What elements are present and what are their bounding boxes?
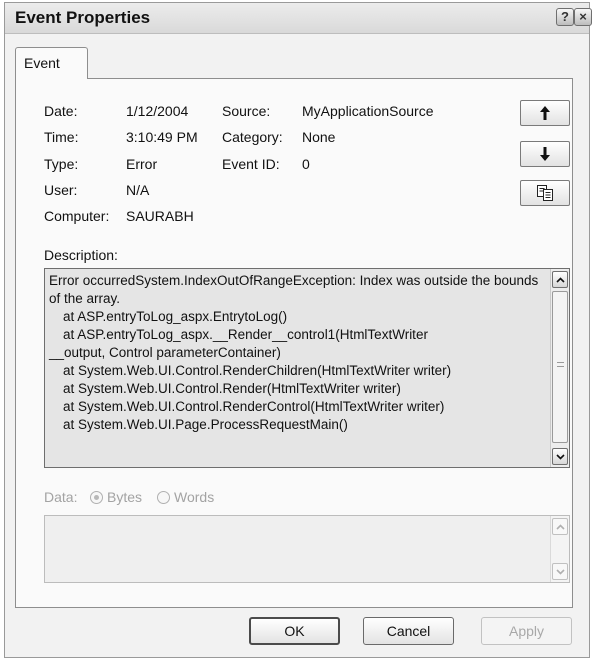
ok-button[interactable]: OK [249, 617, 340, 645]
date-value: 1/12/2004 [126, 103, 189, 119]
user-label: User: [44, 182, 78, 198]
description-line: at System.Web.UI.Control.Render(HtmlText… [63, 381, 401, 396]
description-line: at ASP.entryToLog_aspx.__Render__control… [63, 327, 428, 342]
close-button[interactable]: × [574, 8, 592, 26]
copy-button[interactable] [520, 180, 570, 206]
arrow-up-icon [540, 106, 550, 120]
computer-label: Computer: [44, 208, 110, 224]
user-value: N/A [126, 182, 150, 198]
description-line: at ASP.entryToLog_aspx.EntrytoLog() [63, 309, 288, 324]
type-value: Error [126, 156, 158, 172]
scroll-down-button[interactable] [552, 448, 568, 465]
category-value: None [302, 129, 336, 145]
description-line: __output, Control parameterContainer) [49, 345, 281, 360]
time-value: 3:10:49 PM [126, 129, 198, 145]
computer-value: SAURABH [126, 208, 194, 224]
chevron-up-icon [555, 276, 565, 283]
close-icon: × [579, 9, 587, 24]
previous-event-button[interactable] [520, 100, 570, 126]
date-label: Date: [44, 103, 78, 119]
words-radio[interactable] [157, 491, 170, 504]
scroll-thumb[interactable] [552, 291, 568, 443]
description-textbox[interactable]: Error occurredSystem.IndexOutOfRangeExce… [44, 268, 570, 468]
data-scroll-down-button[interactable] [552, 563, 568, 580]
chevron-up-icon [555, 523, 565, 530]
window-title: Event Properties [15, 8, 151, 27]
next-event-button[interactable] [520, 141, 570, 167]
help-icon: ? [561, 9, 569, 24]
arrow-down-icon [540, 147, 550, 161]
time-label: Time: [44, 129, 79, 145]
words-radio-label: Words [174, 489, 215, 505]
data-label: Data: [44, 489, 78, 505]
data-textbox[interactable] [44, 515, 570, 583]
description-scrollbar[interactable] [550, 269, 569, 467]
bytes-radio-label: Bytes [107, 489, 143, 505]
cancel-button[interactable]: Cancel [363, 617, 454, 645]
help-button[interactable]: ? [556, 8, 574, 26]
data-scrollbar[interactable] [550, 516, 569, 582]
tab-event[interactable]: Event [15, 47, 88, 79]
bytes-radio[interactable] [90, 491, 103, 504]
grip-icon [557, 362, 564, 367]
type-label: Type: [44, 156, 79, 172]
apply-button[interactable]: Apply [481, 617, 572, 645]
category-label: Category: [222, 129, 283, 145]
title-bar[interactable]: Event Properties ? × [5, 3, 592, 34]
chevron-down-icon [555, 568, 565, 575]
data-scroll-up-button[interactable] [552, 518, 568, 535]
description-label: Description: [44, 247, 118, 263]
description-line: at System.Web.UI.Page.ProcessRequestMain… [63, 417, 348, 432]
source-value: MyApplicationSource [302, 103, 434, 119]
chevron-down-icon [555, 453, 565, 460]
scroll-up-button[interactable] [552, 271, 568, 288]
source-label: Source: [222, 103, 271, 119]
description-line: Error occurredSystem.IndexOutOfRangeExce… [49, 273, 539, 306]
description-line: at System.Web.UI.Control.RenderChildren(… [63, 363, 452, 378]
copy-icon [537, 185, 553, 201]
event-id-label: Event ID: [222, 156, 280, 172]
description-text: Error occurredSystem.IndexOutOfRangeExce… [49, 272, 543, 434]
description-line: at System.Web.UI.Control.RenderControl(H… [63, 399, 445, 414]
event-id-value: 0 [302, 156, 310, 172]
